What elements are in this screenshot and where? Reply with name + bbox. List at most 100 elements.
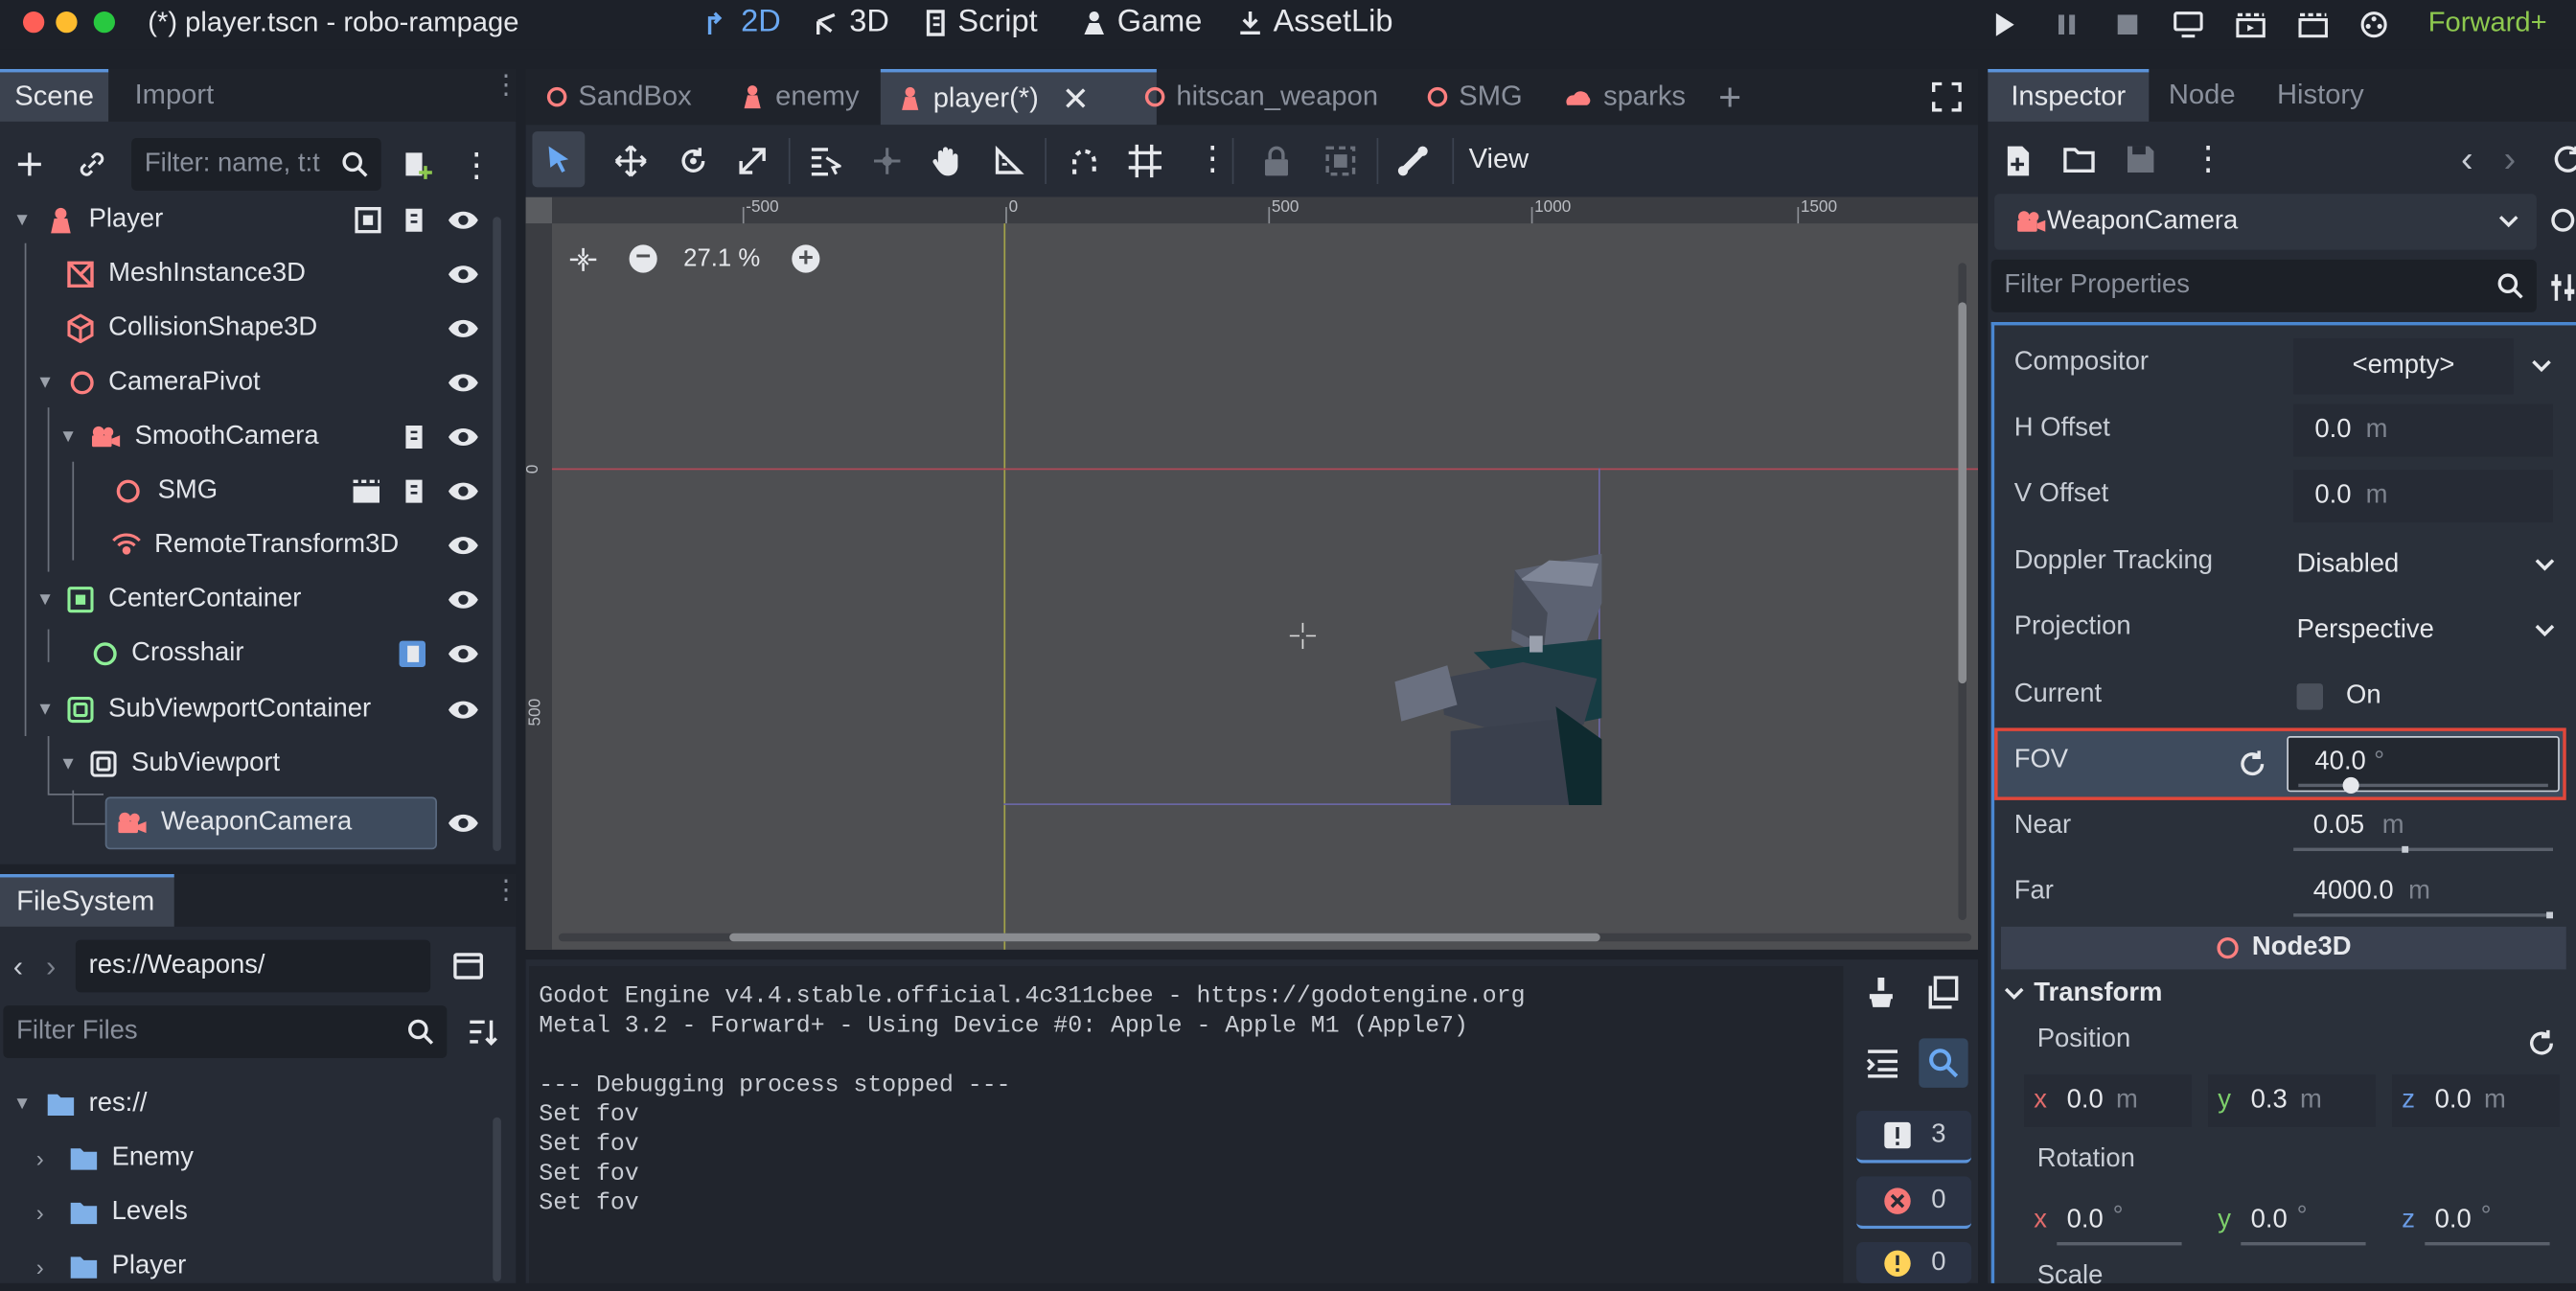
history-back-arrow-icon[interactable]: ‹	[2461, 138, 2473, 181]
tree-item-meshinstance3d[interactable]: MeshInstance3D	[66, 250, 480, 299]
stop-button[interactable]	[2107, 7, 2147, 43]
scene-tab-enemy[interactable]: enemy	[723, 71, 875, 124]
dock-menu-icon[interactable]: ⋮	[493, 878, 518, 904]
fov-field[interactable]: 40.0 °	[2287, 736, 2560, 795]
add-node-button[interactable]	[10, 145, 49, 184]
chevron-down-icon[interactable]: ▼	[36, 589, 59, 610]
forward-arrow-icon[interactable]: ›	[46, 949, 56, 983]
rotation-y-field[interactable]: y 0.0 °	[2208, 1194, 2376, 1247]
move-icon[interactable]	[614, 145, 647, 177]
filesystem-scrollbar[interactable]	[493, 1117, 501, 1282]
close-window-button[interactable]	[23, 12, 45, 34]
canvas-viewport[interactable]: -500 0 500 1000 1500 0 500 − 27.1 % +	[525, 196, 1979, 950]
chevron-down-icon[interactable]: ▼	[59, 427, 82, 448]
h-scrollbar-thumb[interactable]	[729, 933, 1600, 942]
v-offset-field[interactable]: 0.0 m	[2293, 470, 2554, 523]
visibility-eye-icon[interactable]	[447, 641, 479, 667]
h-scrollbar-track[interactable]	[558, 933, 1972, 942]
fs-item-root[interactable]: ▼ res://	[13, 1079, 148, 1128]
pause-button[interactable]	[2047, 7, 2086, 43]
history-forward-arrow-icon[interactable]: ›	[2504, 138, 2517, 181]
scene-tab-smg[interactable]: SMG	[1410, 71, 1539, 124]
checkbox-box[interactable]	[2296, 683, 2324, 710]
save-icon[interactable]	[2126, 145, 2155, 174]
lock-icon[interactable]	[1262, 145, 1292, 177]
chevron-right-icon[interactable]: ›	[36, 1145, 59, 1171]
visibility-eye-icon[interactable]	[447, 207, 479, 233]
visibility-eye-icon[interactable]	[447, 370, 479, 396]
copy-icon[interactable]	[1925, 976, 1959, 1009]
scene-instance-icon[interactable]	[355, 207, 381, 234]
tree-item-remotetransform3d[interactable]: RemoteTransform3D	[112, 520, 480, 569]
scene-tab-hitscan-weapon[interactable]: hitscan_weapon	[1127, 71, 1394, 124]
node3d-section-header[interactable]: Node3D	[2001, 926, 2566, 970]
errors-toggle[interactable]: 0	[1856, 1176, 1972, 1230]
near-slider-track[interactable]	[2293, 847, 2554, 852]
filter-messages-button[interactable]	[1919, 1038, 1968, 1088]
far-field[interactable]: 4000.0 m	[2293, 867, 2554, 920]
revert-icon[interactable]	[2527, 1028, 2557, 1058]
far-slider-track[interactable]	[2293, 913, 2554, 917]
scene-tab-player[interactable]: player(*) ✕	[880, 69, 1157, 126]
position-x-field[interactable]: x 0.0 m	[2024, 1074, 2192, 1128]
list-select-icon[interactable]	[808, 145, 841, 177]
rotate-icon[interactable]	[677, 145, 709, 177]
smart-snap-icon[interactable]	[1068, 145, 1100, 177]
current-checkbox[interactable]: On	[2296, 680, 2381, 713]
instance-scene-button[interactable]	[72, 145, 111, 184]
tab-scene[interactable]: Scene	[0, 69, 109, 122]
h-offset-field[interactable]: 0.0 m	[2293, 403, 2554, 457]
collapse-duplicates-icon[interactable]	[1866, 1049, 1898, 1078]
tree-item-collisionshape3d[interactable]: CollisionShape3D	[66, 304, 480, 353]
path-field[interactable]: res://Weapons/	[75, 939, 431, 993]
projection-select[interactable]: Perspective	[2293, 603, 2560, 656]
clear-output-icon[interactable]	[1866, 976, 1896, 1008]
remote-debug-button[interactable]	[2169, 7, 2208, 43]
rotation-x-slider[interactable]	[2057, 1242, 2182, 1246]
tab-import[interactable]: Import	[118, 69, 230, 122]
v-scrollbar-track[interactable]	[1958, 263, 1967, 921]
fov-slider-track[interactable]	[2298, 783, 2548, 788]
scene-menu-button[interactable]: ⋮	[457, 145, 496, 184]
near-slider-grabber[interactable]	[2402, 845, 2409, 853]
visibility-eye-icon[interactable]	[447, 697, 479, 723]
rotation-z-slider[interactable]	[2425, 1242, 2550, 1246]
rotation-z-field[interactable]: z 0.0 °	[2392, 1194, 2560, 1247]
messages-toggle[interactable]: 3	[1856, 1110, 1972, 1164]
maximize-window-button[interactable]	[93, 12, 116, 34]
play-custom-scene-button[interactable]	[2293, 7, 2333, 43]
doppler-tracking-select[interactable]: Disabled	[2293, 538, 2560, 590]
scene-tree-scrollbar[interactable]	[493, 217, 501, 852]
chevron-down-icon[interactable]: ▼	[13, 210, 36, 230]
position-z-field[interactable]: z 0.0 m	[2392, 1074, 2560, 1128]
open-folder-icon[interactable]	[2063, 145, 2096, 174]
visibility-eye-icon[interactable]	[447, 315, 479, 341]
visibility-eye-icon[interactable]	[447, 424, 479, 450]
fs-item-levels[interactable]: › Levels	[36, 1187, 188, 1236]
script-icon[interactable]	[401, 478, 426, 504]
scene-tab-sparks[interactable]: sparks	[1548, 71, 1702, 124]
movie-maker-button[interactable]	[2355, 7, 2394, 43]
bone-icon[interactable]	[1396, 145, 1429, 177]
script-icon[interactable]	[401, 424, 426, 450]
tree-item-camerapivot[interactable]: ▼ CameraPivot	[36, 358, 480, 407]
transform-group-header[interactable]: Transform	[2004, 980, 2162, 1009]
grid-snap-icon[interactable]	[1127, 143, 1163, 179]
tree-item-centercontainer[interactable]: ▼ CenterContainer	[36, 575, 480, 624]
script-icon[interactable]	[398, 639, 427, 669]
chevron-down-icon[interactable]: ▼	[59, 754, 82, 774]
rotation-y-slider[interactable]	[2241, 1242, 2366, 1246]
output-log[interactable]: Godot Engine v4.4.stable.official.4c311c…	[529, 966, 1844, 1283]
renderer-selector[interactable]: Forward+	[2428, 7, 2547, 39]
attach-script-button[interactable]	[398, 145, 437, 184]
split-view-icon[interactable]	[453, 952, 483, 981]
pivot-icon[interactable]	[871, 145, 904, 177]
zoom-level[interactable]: 27.1 %	[683, 244, 760, 272]
chevron-right-icon[interactable]: ›	[36, 1199, 59, 1225]
sort-icon[interactable]	[467, 1015, 499, 1048]
pan-hand-icon[interactable]	[930, 145, 962, 177]
select-mode-button[interactable]	[532, 131, 586, 188]
tab-filesystem[interactable]: FileSystem	[0, 874, 174, 927]
chevron-down-icon[interactable]: ▼	[36, 700, 59, 720]
main-button-assetlib[interactable]: AssetLib	[1235, 5, 1393, 41]
